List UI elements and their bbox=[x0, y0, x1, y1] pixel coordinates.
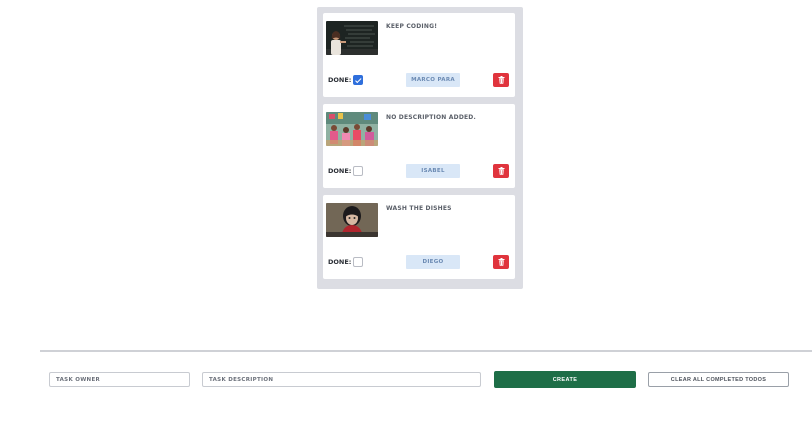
done-checkbox[interactable] bbox=[353, 75, 363, 85]
todo-list: Keep coding! DONE: MARCO PARA bbox=[317, 7, 523, 289]
todo-description: Wash the dishes bbox=[386, 205, 452, 212]
done-label: DONE: bbox=[328, 76, 352, 84]
form-divider bbox=[40, 350, 812, 352]
owner-tag: MARCO PARA bbox=[406, 73, 460, 87]
colorful-classroom-image bbox=[326, 112, 378, 146]
todo-card: Wash the dishes DONE: DIEGO bbox=[323, 195, 515, 279]
done-checkbox[interactable] bbox=[353, 166, 363, 176]
done-label: DONE: bbox=[328, 258, 352, 266]
trash-icon bbox=[498, 76, 504, 84]
teacher-at-chalkboard-image bbox=[326, 21, 378, 55]
todo-card: No description added. DONE: ISABEL bbox=[323, 104, 515, 188]
delete-button[interactable] bbox=[493, 73, 509, 87]
delete-button[interactable] bbox=[493, 164, 509, 178]
trash-icon bbox=[498, 258, 504, 266]
todo-description: Keep coding! bbox=[386, 23, 438, 30]
girl-portrait-image bbox=[326, 203, 378, 237]
todo-image bbox=[326, 203, 378, 237]
clear-completed-button[interactable]: CLEAR ALL COMPLETED TODOS bbox=[648, 372, 789, 387]
trash-icon bbox=[498, 167, 504, 175]
todo-card: Keep coding! DONE: MARCO PARA bbox=[323, 13, 515, 97]
done-checkbox[interactable] bbox=[353, 257, 363, 267]
create-button[interactable]: CREATE bbox=[494, 371, 636, 388]
task-description-input[interactable] bbox=[202, 372, 481, 387]
delete-button[interactable] bbox=[493, 255, 509, 269]
todo-image bbox=[326, 21, 378, 55]
task-owner-input[interactable] bbox=[49, 372, 190, 387]
todo-description: No description added. bbox=[386, 114, 476, 121]
owner-tag: DIEGO bbox=[406, 255, 460, 269]
done-label: DONE: bbox=[328, 167, 352, 175]
owner-tag: ISABEL bbox=[406, 164, 460, 178]
todo-image bbox=[326, 112, 378, 146]
